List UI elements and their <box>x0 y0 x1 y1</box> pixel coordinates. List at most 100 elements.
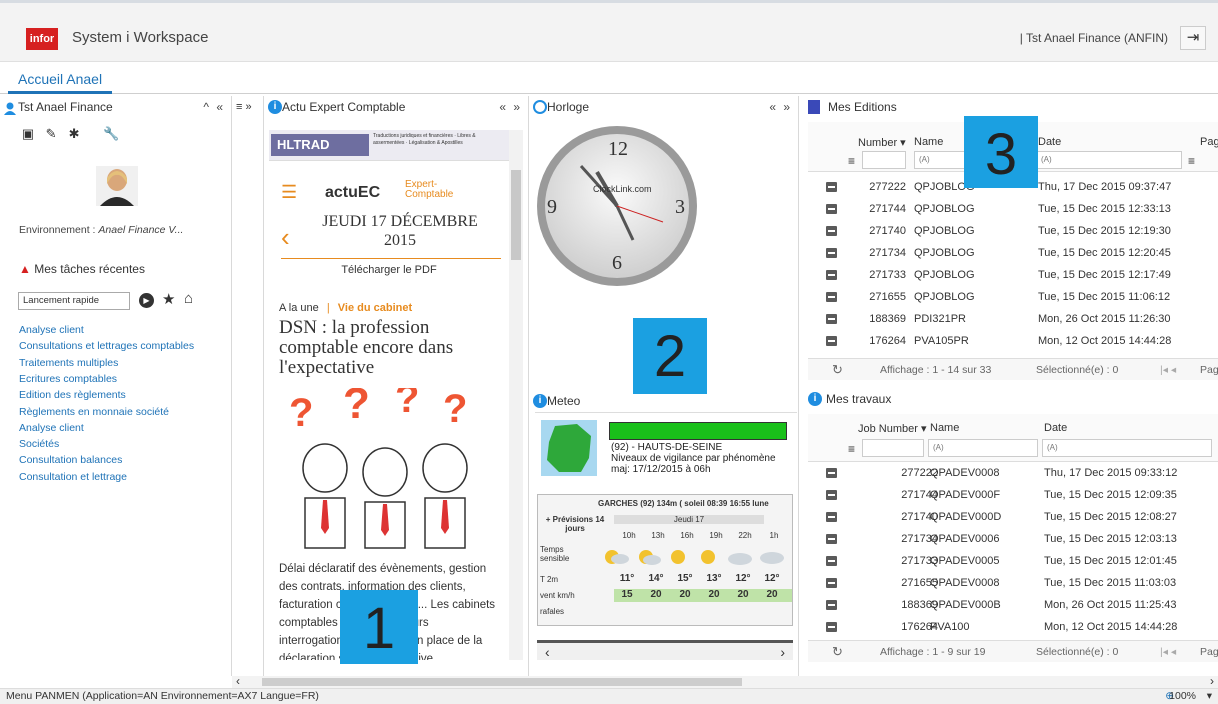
spool-file-icon[interactable] <box>826 292 837 302</box>
hltrad-banner[interactable]: HLTRAD Traductions juridiques et financi… <box>269 130 509 160</box>
table-cell: QPJOBLOG <box>914 291 975 303</box>
col-number[interactable]: Number ▾ <box>858 136 906 149</box>
collapse-panel-icon[interactable]: « » <box>769 96 792 118</box>
col-date[interactable]: Date <box>1044 422 1067 434</box>
user-info: | Tst Anael Finance (ANFIN) <box>1019 31 1168 45</box>
task-link[interactable]: Analyse client <box>19 324 84 336</box>
task-link[interactable]: Sociétés <box>19 438 59 450</box>
spool-file-icon[interactable] <box>826 314 837 324</box>
wrench-icon[interactable]: 🔧 <box>101 124 121 144</box>
col-page[interactable]: Pag <box>1200 136 1218 148</box>
filter-date[interactable]: (A) <box>1042 439 1212 457</box>
menu-icon[interactable]: ☰ <box>281 182 297 203</box>
spool-file-icon[interactable] <box>826 622 837 632</box>
filter-name[interactable]: (A) <box>928 439 1038 457</box>
table-cell: QPADEV0005 <box>930 555 1000 567</box>
pager-icon[interactable]: |◂ ◂ <box>1160 641 1176 663</box>
pencil-icon[interactable]: ✎ <box>41 124 61 144</box>
table-row[interactable]: 188369 PDI321PR Mon, 26 Oct 2015 11:26:30 <box>808 308 1218 330</box>
table-row[interactable]: 271733 QPADEV0005 Tue, 15 Dec 2015 12:01:4… <box>808 550 1218 572</box>
workspace-hscrollbar[interactable]: ‹ › <box>232 674 1218 688</box>
task-link[interactable]: Consultation balances <box>19 454 122 466</box>
signout-icon[interactable]: ⇥ <box>1180 26 1206 50</box>
filter-number[interactable] <box>862 151 906 169</box>
spool-file-icon[interactable] <box>826 182 837 192</box>
col-name[interactable]: Name <box>914 136 943 148</box>
col-name[interactable]: Name <box>930 422 959 434</box>
table-row[interactable]: 271744 QPADEV000F Tue, 15 Dec 2015 12:09:3… <box>808 484 1218 506</box>
headline[interactable]: DSN : la profession comptable encore dan… <box>279 318 501 378</box>
table-row[interactable]: 271740 QPADEV000D Tue, 15 Dec 2015 12:08:2… <box>808 506 1218 528</box>
table-row[interactable]: 188369 QPADEV000B Mon, 26 Oct 2015 11:25:4… <box>808 594 1218 616</box>
spool-file-icon[interactable] <box>826 512 837 522</box>
task-link[interactable]: Edition des règlements <box>19 389 126 401</box>
save-icon[interactable]: ▣ <box>18 124 38 144</box>
task-link[interactable]: Consultation et lettrage <box>19 471 127 483</box>
task-link[interactable]: Traitements multiples <box>19 357 118 369</box>
t2m-cell: 13° <box>706 573 722 584</box>
spool-file-icon[interactable] <box>826 600 837 610</box>
table-row[interactable]: 271655 QPADEV0008 Tue, 15 Dec 2015 11:03:0… <box>808 572 1218 594</box>
table-cell: 271733 <box>901 555 938 567</box>
filter-icon[interactable]: ≡ <box>848 154 855 168</box>
col-date[interactable]: Date <box>1038 136 1061 148</box>
table-cell: 171360 <box>858 352 906 354</box>
task-link[interactable]: Consultations et lettrages comptables <box>19 340 194 352</box>
zoom-level[interactable]: 100% <box>1169 689 1196 704</box>
spool-file-icon[interactable] <box>826 270 837 280</box>
table-row[interactable]: 176264 PVA100 Mon, 12 Oct 2015 14:44:28 <box>808 616 1218 638</box>
table-row[interactable]: 271744 QPJOBLOG Tue, 15 Dec 2015 12:33:13 <box>808 198 1218 220</box>
spool-file-icon[interactable] <box>826 490 837 500</box>
category[interactable]: Vie du cabinet <box>338 302 412 314</box>
filter-date[interactable]: (A) <box>1036 151 1182 169</box>
chevron-down-icon[interactable]: ▾ <box>1207 689 1212 704</box>
quick-launch-input[interactable]: Lancement rapide <box>18 292 130 310</box>
task-link[interactable]: Ecritures comptables <box>19 373 117 385</box>
hours-cell: 10h <box>622 531 636 540</box>
task-link[interactable]: Analyse client <box>19 422 84 434</box>
vigilance-icons <box>609 422 787 440</box>
refresh-icon[interactable]: ↻ <box>832 641 843 663</box>
spool-file-icon[interactable] <box>826 204 837 214</box>
table-row[interactable]: 271740 QPJOBLOG Tue, 15 Dec 2015 12:19:30 <box>808 220 1218 242</box>
table-row[interactable]: 271734 QPJOBLOG Tue, 15 Dec 2015 12:20:45 <box>808 242 1218 264</box>
table-row[interactable]: 271655 QPJOBLOG Tue, 15 Dec 2015 11:06:12 <box>808 286 1218 308</box>
table-row[interactable]: 277222 QPADEV0008 Thu, 17 Dec 2015 09:33:1… <box>808 462 1218 484</box>
task-link[interactable]: Règlements en monnaie société <box>19 406 169 418</box>
filter-job-number[interactable] <box>862 439 924 457</box>
actuec-logo: actuEC <box>325 184 381 201</box>
collapse-panel-icon[interactable]: ^ « <box>203 96 225 118</box>
spool-file-icon[interactable] <box>826 248 837 258</box>
table-row[interactable]: 171360 PDV665PR Wed, 7 Oct 2015 16:49:00 <box>808 352 1218 354</box>
spool-file-icon[interactable] <box>826 556 837 566</box>
table-row[interactable]: 176264 PVA105PR Mon, 12 Oct 2015 14:44:28 <box>808 330 1218 352</box>
home-icon[interactable]: ⌂ <box>184 290 193 307</box>
pdf-link[interactable]: Télécharger le PDF <box>269 264 509 276</box>
info-icon: i <box>268 100 282 114</box>
forecast-label[interactable]: + Prévisions 14 jours <box>540 515 610 533</box>
star-icon[interactable]: ★ <box>162 290 175 308</box>
tab-accueil-anael[interactable]: Accueil Anael <box>8 70 113 94</box>
go-icon[interactable]: ▶ <box>139 293 154 308</box>
spool-file-icon[interactable] <box>826 226 837 236</box>
table-row[interactable]: 271733 QPJOBLOG Tue, 15 Dec 2015 12:17:49 <box>808 264 1218 286</box>
gear-icon[interactable]: ✱ <box>64 124 84 144</box>
refresh-icon[interactable]: ↻ <box>832 359 843 381</box>
spool-file-icon[interactable] <box>826 578 837 588</box>
collapse-panel-icon[interactable]: « » <box>499 96 522 118</box>
news-scrollbar[interactable] <box>509 130 523 660</box>
pager-icon[interactable]: |◂ ◂ <box>1160 359 1176 381</box>
meteo-hscrollbar[interactable]: ‹ › <box>537 640 793 660</box>
expand-panel-icon[interactable]: ≡ » <box>236 101 252 113</box>
col-job-number[interactable]: Job Number ▾ <box>858 422 927 435</box>
filter-icon[interactable]: ≡ <box>1188 154 1195 168</box>
spool-file-icon[interactable] <box>826 468 837 478</box>
spool-file-icon[interactable] <box>826 336 837 346</box>
spool-file-icon[interactable] <box>826 534 837 544</box>
back-chevron-icon[interactable]: ‹ <box>281 222 290 253</box>
user-panel-header: Tst Anael Finance ^ « <box>0 96 231 118</box>
table-row[interactable]: 271734 QPADEV0006 Tue, 15 Dec 2015 12:03:1… <box>808 528 1218 550</box>
filter-icon[interactable]: ≡ <box>848 442 855 456</box>
gust-label: rafales <box>540 607 565 616</box>
table-cell: PVA105PR <box>914 335 969 347</box>
